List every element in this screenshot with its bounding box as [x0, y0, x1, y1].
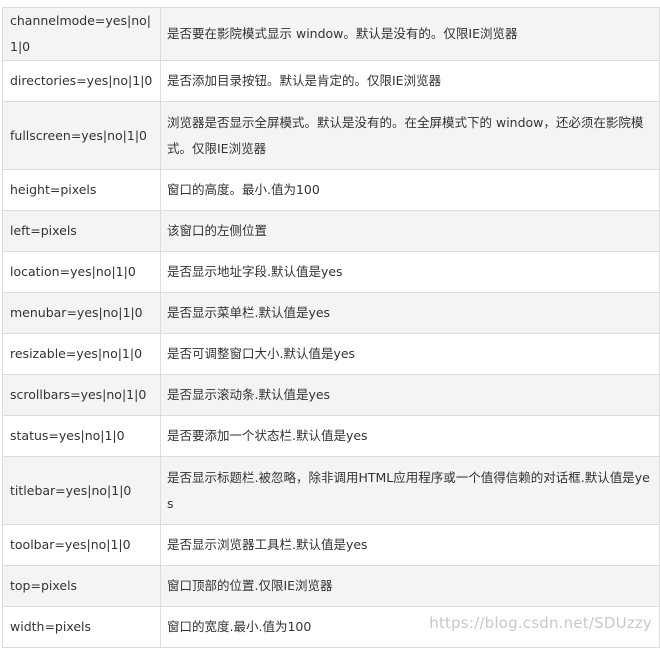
param-cell: menubar=yes|no|1|0: [2, 292, 161, 334]
watermark: https://blog.csdn.net/SDUzzy: [429, 614, 652, 632]
desc-cell: 浏览器是否显示全屏模式。默认是没有的。在全屏模式下的 window，还必须在影院…: [160, 101, 660, 170]
desc-cell: 是否可调整窗口大小.默认值是yes: [160, 333, 660, 375]
param-cell: directories=yes|no|1|0: [2, 60, 161, 102]
table-row: height=pixels 窗口的高度。最小.值为100: [2, 169, 660, 211]
param-cell: fullscreen=yes|no|1|0: [2, 101, 161, 170]
table-row: scrollbars=yes|no|1|0 是否显示滚动条.默认值是yes: [2, 374, 660, 416]
param-cell: height=pixels: [2, 169, 161, 211]
param-cell: status=yes|no|1|0: [2, 415, 161, 457]
table-row: titlebar=yes|no|1|0 是否显示标题栏.被忽略，除非调用HTML…: [2, 456, 660, 525]
table-row: top=pixels 窗口顶部的位置.仅限IE浏览器: [2, 565, 660, 607]
desc-cell: 是否要在影院模式显示 window。默认是没有的。仅限IE浏览器: [160, 7, 660, 61]
window-features-table: channelmode=yes|no|1|0 是否要在影院模式显示 window…: [2, 7, 660, 648]
desc-cell: 是否显示标题栏.被忽略，除非调用HTML应用程序或一个值得信赖的对话框.默认值是…: [160, 456, 660, 525]
table-row: left=pixels 该窗口的左侧位置: [2, 210, 660, 252]
param-cell: width=pixels: [2, 606, 161, 648]
table-row: resizable=yes|no|1|0 是否可调整窗口大小.默认值是yes: [2, 333, 660, 375]
param-cell: left=pixels: [2, 210, 161, 252]
table-row: fullscreen=yes|no|1|0 浏览器是否显示全屏模式。默认是没有的…: [2, 101, 660, 170]
param-cell: top=pixels: [2, 565, 161, 607]
desc-cell: 该窗口的左侧位置: [160, 210, 660, 252]
desc-cell: 窗口的高度。最小.值为100: [160, 169, 660, 211]
desc-cell: 是否要添加一个状态栏.默认值是yes: [160, 415, 660, 457]
table-row: toolbar=yes|no|1|0 是否显示浏览器工具栏.默认值是yes: [2, 524, 660, 566]
param-cell: location=yes|no|1|0: [2, 251, 161, 293]
desc-cell: 是否显示浏览器工具栏.默认值是yes: [160, 524, 660, 566]
param-cell: toolbar=yes|no|1|0: [2, 524, 161, 566]
param-cell: scrollbars=yes|no|1|0: [2, 374, 161, 416]
table-row: location=yes|no|1|0 是否显示地址字段.默认值是yes: [2, 251, 660, 293]
desc-cell: 是否显示菜单栏.默认值是yes: [160, 292, 660, 334]
desc-cell: 是否显示滚动条.默认值是yes: [160, 374, 660, 416]
table-row: directories=yes|no|1|0 是否添加目录按钮。默认是肯定的。仅…: [2, 60, 660, 102]
param-cell: titlebar=yes|no|1|0: [2, 456, 161, 525]
param-cell: resizable=yes|no|1|0: [2, 333, 161, 375]
table-row: channelmode=yes|no|1|0 是否要在影院模式显示 window…: [2, 7, 660, 61]
desc-cell: 是否显示地址字段.默认值是yes: [160, 251, 660, 293]
desc-cell: 是否添加目录按钮。默认是肯定的。仅限IE浏览器: [160, 60, 660, 102]
table-row: menubar=yes|no|1|0 是否显示菜单栏.默认值是yes: [2, 292, 660, 334]
table-row: status=yes|no|1|0 是否要添加一个状态栏.默认值是yes: [2, 415, 660, 457]
param-cell: channelmode=yes|no|1|0: [2, 7, 161, 61]
desc-cell: 窗口顶部的位置.仅限IE浏览器: [160, 565, 660, 607]
